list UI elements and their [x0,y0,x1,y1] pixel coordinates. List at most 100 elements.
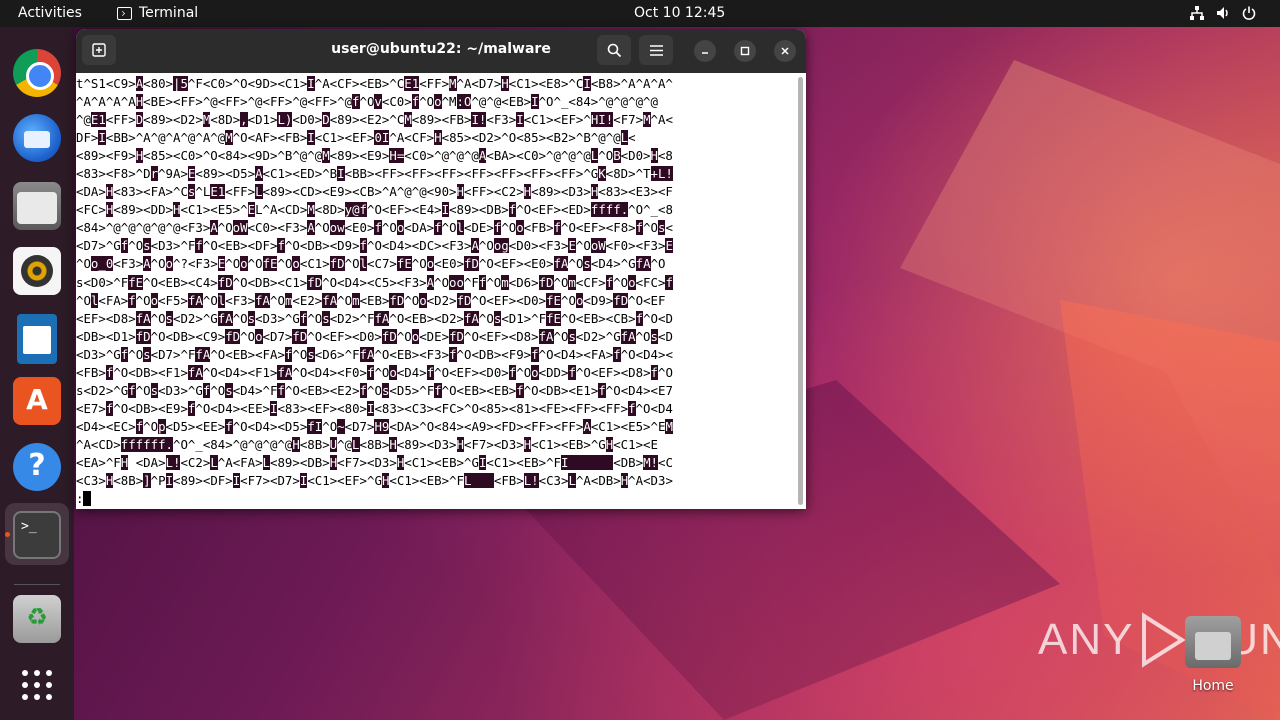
terminal-text: <D6> [508,274,539,290]
terminal-line: <C3>H<8B>]^PI<89><DF>I<F7><D7>I<C1><EF>^… [76,472,796,490]
system-tray[interactable] [1190,6,1256,20]
terminal-text: <83><EF><80> [277,400,367,416]
minimize-icon [702,52,708,54]
highlighted-text: I [441,202,450,218]
terminal-icon [117,6,132,20]
scrollbar-thumb[interactable] [798,77,803,505]
volume-icon[interactable] [1216,6,1230,20]
terminal-text: ^O [635,328,651,344]
terminal-text: ^O<EF><D0> [307,328,382,344]
scrollbar[interactable] [798,75,804,507]
highlighted-text: fA [538,328,554,344]
terminal-line: <83><F8>^Dr^9A>E<89><D5>A<C1><ED>^BI<BB>… [76,165,796,183]
home-folder-icon[interactable] [1185,616,1241,668]
terminal-text: ^O [292,346,308,362]
highlighted-text: fE [128,274,144,290]
terminal-text: ^O<EF><D0> [471,292,547,308]
terminal-text: <C2> [180,454,211,470]
thunderbird-icon[interactable] [13,114,61,162]
terminal-text: ^O [516,364,532,380]
files-icon[interactable] [13,182,61,230]
terminal-text: <8 [657,148,673,164]
maximize-button[interactable] [734,40,756,62]
terminal-text: <D7> [262,328,293,344]
terminal-line: s<D2>^Gf^Os<D3>^Gf^Os<D4>^Ff^O<EB><E2>f^… [76,382,796,400]
terminal-text: ^O [553,328,569,344]
highlighted-text: fA [359,346,375,362]
show-apps-icon[interactable] [13,661,61,709]
close-button[interactable] [774,40,796,62]
terminal-text: s<D0>^F [76,274,129,290]
terminal-text: ^O<DB><E1> [523,382,599,398]
terminal-text: <FA> [98,292,129,308]
terminal-text: <F7> [613,112,644,128]
terminal-text: <F3> [113,256,144,272]
terminal-text: ^L [195,184,211,200]
terminal-output[interactable]: t^S1<C9>A<80>|5^F<C0>^O<9D><C1>I^A<CF><E… [76,75,796,507]
terminal-window[interactable]: user@ubuntu22: ~/malware t^S1<C9>A<80>|5… [76,29,806,509]
power-icon[interactable] [1242,6,1256,20]
highlighted-text: L! [165,454,181,470]
highlighted-text: oW [232,220,248,236]
terminal-text: <D2>^G [575,328,621,344]
highlighted-text: H [501,76,509,91]
highlighted-text: fA [322,292,338,308]
terminal-text: ^O<DB><C9> [150,328,226,344]
highlighted-text: E1 [90,112,106,128]
highlighted-text: L [210,454,218,470]
highlighted-text: f [628,400,636,416]
highlighted-text: fD [225,328,241,344]
terminal-text: ^O [247,256,263,272]
search-button[interactable] [597,35,631,65]
terminal-text: <D0> [292,112,323,128]
network-icon[interactable] [1190,6,1204,20]
window-titlebar[interactable]: user@ubuntu22: ~/malware [76,29,806,73]
terminal-text: <89><DB> [270,454,330,470]
terminal-text: ^O [128,238,144,254]
terminal-text: ^A<CF><EB>^C [314,76,405,91]
help-icon[interactable] [13,443,61,491]
app-center-icon[interactable] [13,377,61,425]
terminal-text: ^O<D4><F1> [202,364,278,380]
terminal-text: <C1><EF>^ [523,112,591,128]
highlighted-text: v [374,94,382,110]
rhythmbox-icon[interactable] [13,247,61,295]
highlighted-text: fA [635,256,651,272]
terminal-text: <B8>^A^A^A^ [590,76,673,91]
terminal-dock-icon[interactable] [13,511,61,559]
clock[interactable]: Oct 10 12:45 [634,5,725,21]
minimize-button[interactable] [694,40,716,62]
play-icon [1142,612,1187,668]
highlighted-text: o [165,256,174,272]
home-folder-label[interactable]: Home [1180,678,1246,694]
hamburger-menu-button[interactable] [639,35,673,65]
highlighted-text: M [404,112,412,128]
terminal-line: <FC>H<89><DD>H<C1><E5>^EL^A<CD>M<8D>y@f^… [76,201,796,219]
terminal-text: ^O<AF><FB> [232,130,308,146]
prompt-line[interactable]: : [76,490,796,508]
libreoffice-writer-icon[interactable] [17,314,57,364]
terminal-text: <FB> [76,364,106,380]
trash-icon[interactable] [13,595,61,643]
terminal-text: <89><F9> [76,148,136,164]
terminal-text: ^P [150,473,166,489]
highlighted-text: L [352,436,360,452]
terminal-text: ^O [643,220,659,236]
terminal-text: ^M [441,94,457,110]
terminal-text: <DE> [419,328,450,344]
highlighted-text: ow [329,220,345,236]
app-menu[interactable]: Terminal [117,5,198,21]
terminal-text: <C7> [367,256,397,272]
terminal-text: ^A<CF> [389,130,435,146]
highlighted-text: H [389,436,397,452]
terminal-text: ^O [232,310,248,326]
terminal-text: <85><C0>^O<84><9D>^B^@^@ [143,148,323,164]
terminal-text: ^O [202,292,218,308]
highlighted-text: HI! [590,112,614,128]
terminal-text: <89><D3> [396,436,457,452]
activities-button[interactable]: Activities [18,5,82,21]
terminal-text: ^@ [76,112,91,128]
chrome-icon[interactable] [13,49,61,97]
highlighted-text: r [150,166,159,182]
terminal-text: <D7> [344,418,375,434]
